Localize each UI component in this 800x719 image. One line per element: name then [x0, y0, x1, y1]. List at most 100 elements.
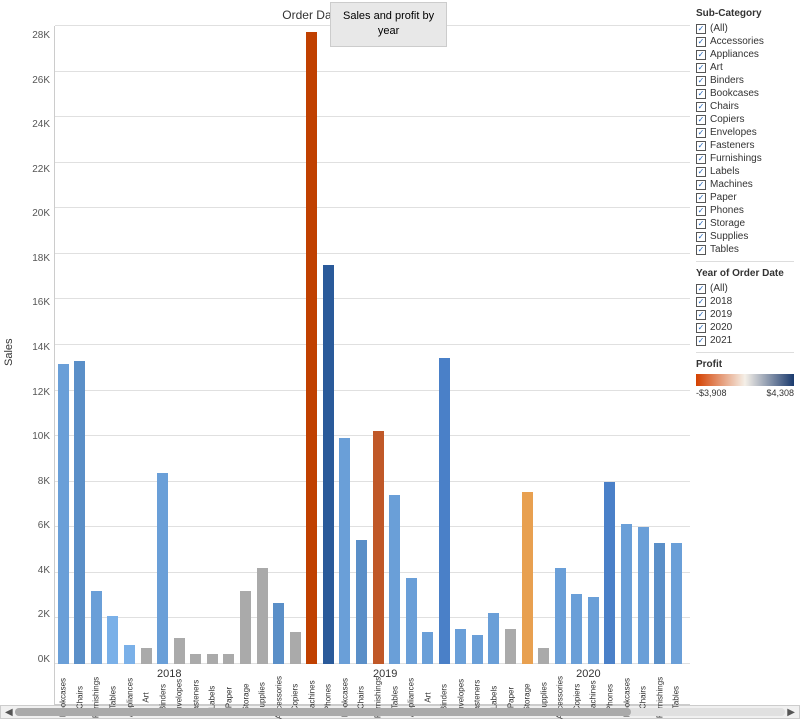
scrollbar-track[interactable]: [15, 708, 786, 716]
legend-year-checkbox[interactable]: [696, 336, 706, 346]
legend-subcategory-item[interactable]: Copiers: [696, 114, 794, 125]
legend-year-checkbox[interactable]: [696, 297, 706, 307]
legend-subcategory-item[interactable]: Furnishings: [696, 153, 794, 164]
legend-subcategory-item[interactable]: Binders: [696, 75, 794, 86]
bar-chairs-35[interactable]: [638, 527, 649, 664]
legend-subcategory-item[interactable]: (All): [696, 23, 794, 34]
bar-bookcases-0[interactable]: [58, 364, 69, 664]
subcategory-items: (All) Accessories Appliances Art Binders Book…: [696, 23, 794, 255]
x-cat-label: Labels: [489, 686, 498, 710]
tooltip-line1: Sales and profit by: [343, 10, 434, 22]
bar-paper-10[interactable]: [223, 654, 234, 664]
legend-subcategory-item[interactable]: Supplies: [696, 231, 794, 242]
bar-tables-3[interactable]: [107, 616, 118, 664]
bar-phones-16[interactable]: [323, 265, 334, 664]
legend-year-checkbox[interactable]: [696, 323, 706, 333]
legend-year-item[interactable]: 2020: [696, 322, 794, 333]
legend-subcategory-item[interactable]: Tables: [696, 244, 794, 255]
profit-labels: -$3,908 $4,308: [696, 388, 794, 398]
bar-paper-27[interactable]: [505, 629, 516, 664]
chart-section: Order Date / Sub-Category 0K2K4K6K8K10K1…: [18, 0, 690, 705]
bar-phones-33[interactable]: [604, 482, 615, 664]
x-cat-labels: BookcasesChairsFurnishingsTablesApplianc…: [55, 684, 690, 704]
bar-supplies-29[interactable]: [538, 648, 549, 664]
legend-checkbox[interactable]: [696, 193, 706, 203]
legend-year-checkbox[interactable]: [696, 310, 706, 320]
bar-chairs-1[interactable]: [74, 361, 85, 664]
legend-checkbox[interactable]: [696, 89, 706, 99]
bar-labels-9[interactable]: [207, 654, 218, 664]
bar-chairs-18[interactable]: [356, 540, 367, 664]
legend-subcategory-item[interactable]: Chairs: [696, 101, 794, 112]
bar-fasteners-25[interactable]: [472, 635, 483, 664]
legend-checkbox[interactable]: [696, 154, 706, 164]
legend-year-item[interactable]: 2021: [696, 335, 794, 346]
legend-year-item[interactable]: 2018: [696, 296, 794, 307]
bar-machines-32[interactable]: [588, 597, 599, 664]
legend-checkbox[interactable]: [696, 141, 706, 151]
legend-checkbox[interactable]: [696, 76, 706, 86]
scrollbar-thumb[interactable]: [15, 708, 631, 716]
bar-furnishings-36[interactable]: [654, 543, 665, 664]
bar-bookcases-17[interactable]: [339, 438, 350, 664]
bar-copiers-31[interactable]: [571, 594, 582, 664]
legend-checkbox[interactable]: [696, 102, 706, 112]
legend-checkbox[interactable]: [696, 167, 706, 177]
bar-furnishings-2[interactable]: [91, 591, 102, 664]
profit-min: -$3,908: [696, 388, 727, 398]
bar-fasteners-8[interactable]: [190, 654, 201, 664]
legend-year-item[interactable]: 2019: [696, 309, 794, 320]
legend-checkbox[interactable]: [696, 219, 706, 229]
legend-checkbox[interactable]: [696, 128, 706, 138]
legend-checkbox[interactable]: [696, 232, 706, 242]
legend-checkbox[interactable]: [696, 115, 706, 125]
legend-subcategory-item[interactable]: Art: [696, 62, 794, 73]
legend-subcategory-item[interactable]: Envelopes: [696, 127, 794, 138]
bar-accessories-13[interactable]: [273, 603, 284, 664]
bar-envelopes-24[interactable]: [455, 629, 466, 664]
legend-checkbox[interactable]: [696, 180, 706, 190]
bar-art-22[interactable]: [422, 632, 433, 664]
bar-appliances-4[interactable]: [124, 645, 135, 664]
legend-checkbox[interactable]: [696, 206, 706, 216]
legend-subcategory-item[interactable]: Paper: [696, 192, 794, 203]
legend-checkbox[interactable]: [696, 63, 706, 73]
bar-bookcases-34[interactable]: [621, 524, 632, 664]
bar-tables-20[interactable]: [389, 495, 400, 664]
legend-subcategory-item[interactable]: Accessories: [696, 36, 794, 47]
bar-tables-37[interactable]: [671, 543, 682, 664]
main-container: Sales and profit by year Sales Order Dat…: [0, 0, 800, 719]
legend-subcategory-item[interactable]: Machines: [696, 179, 794, 190]
legend-subcategory-item[interactable]: Phones: [696, 205, 794, 216]
bar-appliances-21[interactable]: [406, 578, 417, 664]
legend-subcategory-item[interactable]: Labels: [696, 166, 794, 177]
scroll-left-arrow[interactable]: ◀: [3, 707, 15, 718]
legend-year-checkbox[interactable]: [696, 284, 706, 294]
y-tick: 6K: [18, 520, 54, 531]
x-cat-label: Chairs: [639, 686, 648, 709]
bar-binders-23[interactable]: [439, 358, 450, 664]
legend-subcategory-item[interactable]: Storage: [696, 218, 794, 229]
bar-supplies-12[interactable]: [257, 568, 268, 664]
scroll-right-arrow[interactable]: ▶: [785, 707, 797, 718]
bar-copiers-14[interactable]: [290, 632, 301, 664]
legend-checkbox[interactable]: [696, 37, 706, 47]
bar-machines-15[interactable]: [306, 32, 317, 664]
y-tick: 26K: [18, 75, 54, 86]
bar-labels-26[interactable]: [488, 613, 499, 664]
bar-furnishings-19[interactable]: [373, 431, 384, 664]
legend-subcategory-item[interactable]: Fasteners: [696, 140, 794, 151]
bar-accessories-30[interactable]: [555, 568, 566, 664]
legend-checkbox[interactable]: [696, 245, 706, 255]
legend-checkbox[interactable]: [696, 50, 706, 60]
bar-storage-11[interactable]: [240, 591, 251, 664]
bar-art-5[interactable]: [141, 648, 152, 664]
legend-checkbox[interactable]: [696, 24, 706, 34]
legend-subcategory-item[interactable]: Bookcases: [696, 88, 794, 99]
legend-year-item[interactable]: (All): [696, 283, 794, 294]
bar-envelopes-7[interactable]: [174, 638, 185, 664]
scrollbar-area[interactable]: ◀ ▶: [0, 705, 800, 719]
legend-subcategory-item[interactable]: Appliances: [696, 49, 794, 60]
bar-storage-28[interactable]: [522, 492, 533, 664]
bar-binders-6[interactable]: [157, 473, 168, 664]
